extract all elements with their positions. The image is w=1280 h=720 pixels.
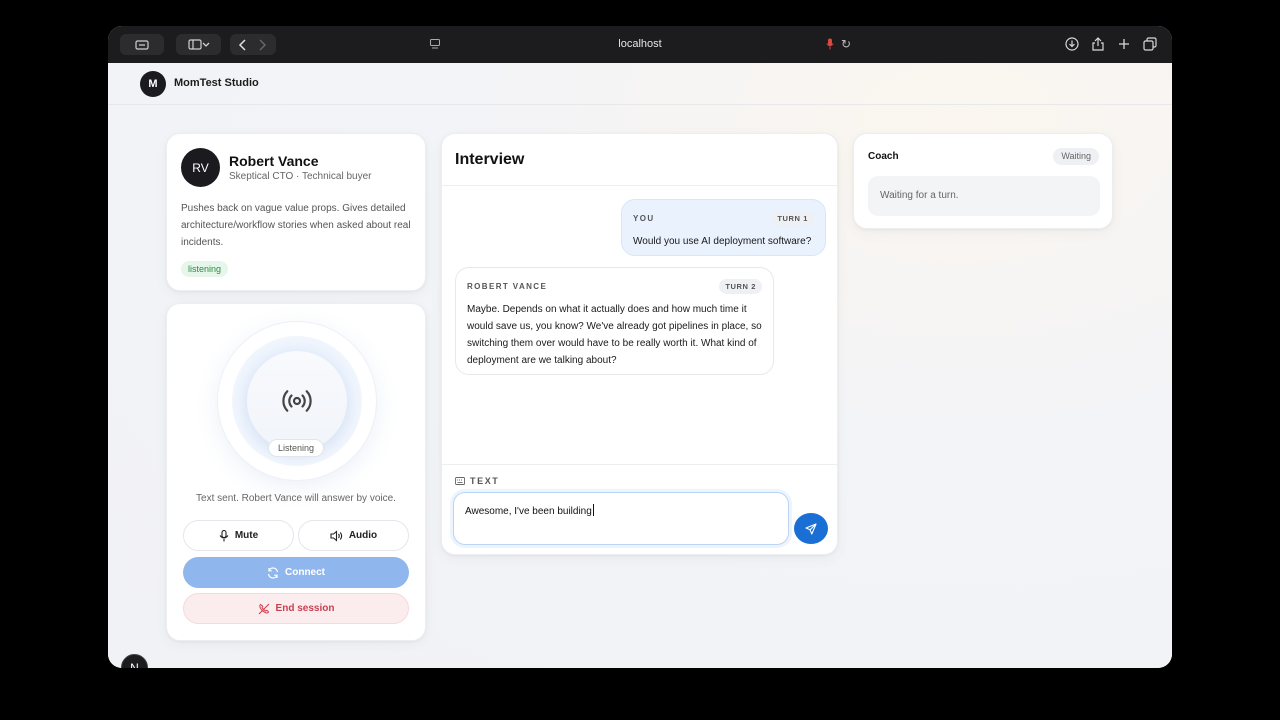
text-mode-label: TEXT bbox=[455, 476, 499, 486]
connect-button[interactable]: Connect bbox=[183, 557, 409, 588]
divider bbox=[442, 185, 837, 186]
coach-status-badge: Waiting bbox=[1053, 148, 1099, 165]
message-input[interactable]: Awesome, I've been building bbox=[453, 492, 789, 545]
audio-button[interactable]: Audio bbox=[298, 520, 409, 551]
broadcast-icon bbox=[282, 390, 312, 412]
coach-panel: Coach Waiting Waiting for a turn. bbox=[853, 133, 1113, 229]
audio-button-label: Audio bbox=[348, 530, 378, 541]
message-text: Would you use AI deployment software? bbox=[633, 236, 812, 247]
voice-state-badge: Listening bbox=[268, 439, 325, 457]
message-speaker: YOU bbox=[633, 214, 655, 223]
mute-button[interactable]: Mute bbox=[183, 520, 294, 551]
persona-status-badge: listening bbox=[181, 261, 229, 277]
voice-orb[interactable]: Listening bbox=[218, 322, 376, 480]
end-session-button[interactable]: End session bbox=[183, 593, 409, 624]
turn-badge: TURN 1 bbox=[771, 211, 814, 226]
send-icon bbox=[805, 522, 817, 535]
downloads-icon[interactable] bbox=[1064, 36, 1080, 52]
voice-panel: Listening Text sent. Robert Vance will a… bbox=[166, 303, 426, 641]
text-mode-label-text: TEXT bbox=[470, 476, 500, 486]
end-session-label: End session bbox=[275, 603, 335, 614]
divider bbox=[442, 464, 837, 465]
persona-name: Robert Vance bbox=[229, 153, 319, 169]
toolbar-right bbox=[1064, 36, 1158, 52]
app-brand-name[interactable]: MomTest Studio bbox=[174, 77, 259, 89]
phone-off-icon bbox=[258, 603, 269, 614]
mute-button-label: Mute bbox=[234, 530, 259, 541]
keyboard-icon bbox=[455, 477, 465, 485]
browser-toolbar: localhost ↻ bbox=[108, 26, 1172, 63]
persona-description: Pushes back on vague value props. Gives … bbox=[181, 203, 411, 248]
message-persona: ROBERT VANCE TURN 2 Maybe. Depends on wh… bbox=[455, 267, 774, 375]
share-icon[interactable] bbox=[1090, 36, 1106, 52]
speaker-icon bbox=[330, 529, 343, 542]
connect-button-label: Connect bbox=[285, 567, 325, 578]
message-speaker: ROBERT VANCE bbox=[467, 282, 548, 291]
persona-avatar: RV bbox=[181, 148, 220, 187]
coach-message: Waiting for a turn. bbox=[868, 176, 1100, 216]
text-caret bbox=[592, 504, 594, 516]
browser-window: localhost ↻ M MomTest Studio RV Robert V… bbox=[108, 26, 1172, 668]
app-header: M MomTest Studio bbox=[108, 63, 1172, 105]
send-button[interactable] bbox=[794, 513, 828, 544]
microphone-icon bbox=[219, 529, 229, 541]
app-logo[interactable]: M bbox=[140, 71, 166, 97]
nextjs-dev-button[interactable]: N bbox=[121, 654, 148, 668]
interview-title: Interview bbox=[455, 151, 525, 168]
message-input-value: Awesome, I've been building bbox=[465, 506, 592, 517]
voice-status-text: Text sent. Robert Vance will answer by v… bbox=[196, 493, 396, 504]
address-bar[interactable]: localhost bbox=[108, 38, 1172, 50]
message-text: Maybe. Depends on what it actually does … bbox=[467, 304, 762, 366]
persona-role: Skeptical CTO · Technical buyer bbox=[229, 171, 372, 182]
persona-card: RV Robert Vance Skeptical CTO · Technica… bbox=[166, 133, 426, 291]
microphone-recording-icon[interactable] bbox=[826, 38, 834, 50]
message-user: YOU TURN 1 Would you use AI deployment s… bbox=[621, 199, 826, 256]
interview-panel: Interview YOU TURN 1 Would you use AI de… bbox=[441, 133, 838, 555]
new-tab-icon[interactable] bbox=[1116, 36, 1132, 52]
reload-icon[interactable]: ↻ bbox=[841, 37, 851, 51]
turn-badge: TURN 2 bbox=[719, 279, 762, 294]
coach-title: Coach bbox=[868, 151, 899, 162]
page-content: M MomTest Studio RV Robert Vance Skeptic… bbox=[108, 63, 1172, 668]
tab-overview-icon[interactable] bbox=[1142, 36, 1158, 52]
refresh-icon bbox=[267, 566, 279, 579]
